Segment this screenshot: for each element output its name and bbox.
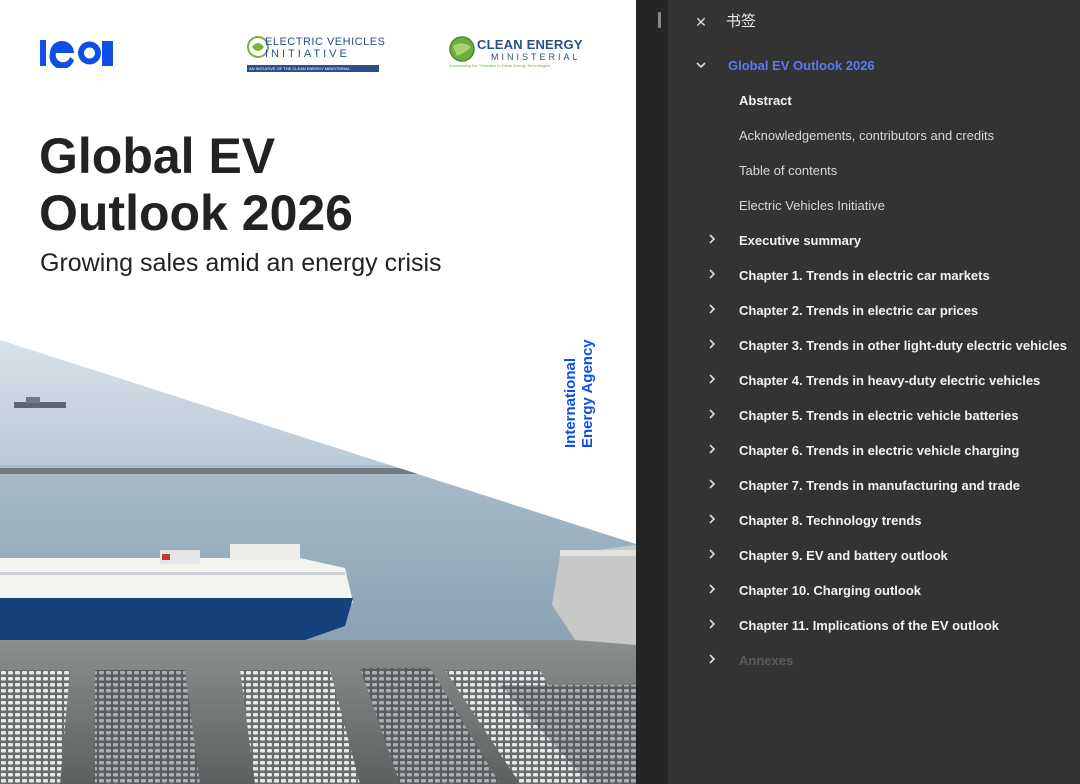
bookmark-item[interactable]: Chapter 7. Trends in manufacturing and t…: [694, 474, 1080, 498]
bookmark-item[interactable]: Chapter 11. Implications of the EV outlo…: [694, 614, 1080, 638]
document-page: ELECTRIC VEHICLES INITIATIVE AN INITIATI…: [0, 0, 636, 784]
chevron-right-icon[interactable]: [705, 402, 719, 426]
bookmark-item[interactable]: Abstract: [694, 89, 1080, 113]
document-title: Global EV Outlook 2026: [39, 128, 353, 242]
bookmark-item-label[interactable]: Executive summary: [739, 229, 861, 253]
chevron-right-icon[interactable]: [705, 507, 719, 531]
document-title-line1: Global EV: [39, 128, 276, 184]
chevron-right-icon[interactable]: [705, 647, 719, 671]
document-subtitle: Growing sales amid an energy crisis: [40, 249, 442, 277]
bookmark-item[interactable]: Chapter 8. Technology trends: [694, 509, 1080, 533]
bookmark-item-label[interactable]: Annexes: [739, 649, 793, 673]
bookmark-item-label[interactable]: Abstract: [739, 89, 792, 113]
bookmark-root-label[interactable]: Global EV Outlook 2026: [728, 54, 875, 78]
panel-title: 书签: [726, 13, 757, 30]
bookmark-item[interactable]: Chapter 10. Charging outlook: [694, 579, 1080, 603]
chevron-right-icon[interactable]: [705, 577, 719, 601]
bookmark-item-label[interactable]: Chapter 7. Trends in manufacturing and t…: [739, 474, 1020, 498]
bookmark-item-label[interactable]: Chapter 6. Trends in electric vehicle ch…: [739, 439, 1019, 463]
document-title-line2: Outlook 2026: [39, 185, 353, 241]
bookmark-item[interactable]: Executive summary: [694, 229, 1080, 253]
scroll-grip[interactable]: [658, 12, 661, 28]
cem-logo-line2: MINISTERIAL: [491, 52, 581, 62]
evi-logo: ELECTRIC VEHICLES INITIATIVE AN INITIATI…: [247, 36, 385, 72]
cover-photo: [0, 340, 636, 784]
globe-icon: [449, 36, 475, 62]
bookmark-item-label[interactable]: Chapter 1. Trends in electric car market…: [739, 264, 990, 288]
bookmark-item[interactable]: Chapter 9. EV and battery outlook: [694, 544, 1080, 568]
bookmark-item-label[interactable]: Electric Vehicles Initiative: [739, 194, 885, 218]
bookmark-item[interactable]: Electric Vehicles Initiative: [694, 194, 1080, 218]
viewer-divider[interactable]: [636, 0, 675, 784]
close-icon[interactable]: ✕: [694, 12, 708, 32]
evi-logo-strip: AN INITIATIVE OF THE CLEAN ENERGY MINIST…: [247, 65, 379, 72]
bookmark-item-label[interactable]: Chapter 4. Trends in heavy-duty electric…: [739, 369, 1040, 393]
bookmark-item-label[interactable]: Chapter 3. Trends in other light-duty el…: [739, 334, 1067, 358]
cem-logo: CLEAN ENERGY MINISTERIAL Accelerating th…: [449, 36, 583, 70]
bookmark-item-label[interactable]: Acknowledgements, contributors and credi…: [739, 124, 994, 148]
bookmark-item[interactable]: Chapter 6. Trends in electric vehicle ch…: [694, 439, 1080, 463]
evi-logo-line1: ELECTRIC VEHICLES: [265, 36, 386, 48]
chevron-right-icon[interactable]: [705, 437, 719, 461]
chevron-right-icon[interactable]: [705, 542, 719, 566]
iea-logo: [40, 40, 113, 68]
chevron-right-icon[interactable]: [705, 262, 719, 286]
bookmark-item-label[interactable]: Chapter 9. EV and battery outlook: [739, 544, 948, 568]
chevron-down-icon[interactable]: [694, 54, 708, 78]
cem-logo-line1: CLEAN ENERGY: [477, 37, 583, 52]
bookmark-item-label[interactable]: Chapter 5. Trends in electric vehicle ba…: [739, 404, 1019, 428]
bookmark-item[interactable]: Acknowledgements, contributors and credi…: [694, 124, 1080, 148]
bookmark-item-label[interactable]: Chapter 8. Technology trends: [739, 509, 922, 533]
bookmark-item-label[interactable]: Chapter 2. Trends in electric car prices: [739, 299, 978, 323]
chevron-right-icon[interactable]: [705, 227, 719, 251]
bookmark-item[interactable]: Chapter 5. Trends in electric vehicle ba…: [694, 404, 1080, 428]
bookmark-item-label[interactable]: Chapter 11. Implications of the EV outlo…: [739, 614, 999, 638]
bookmark-item-label[interactable]: Table of contents: [739, 159, 837, 183]
chevron-right-icon[interactable]: [705, 612, 719, 636]
bookmark-item[interactable]: Chapter 4. Trends in heavy-duty electric…: [694, 369, 1080, 393]
bookmark-item-label[interactable]: Chapter 10. Charging outlook: [739, 579, 921, 603]
bookmark-item[interactable]: Chapter 1. Trends in electric car market…: [694, 264, 1080, 288]
bookmark-root[interactable]: Global EV Outlook 2026: [694, 54, 994, 78]
bookmark-item[interactable]: Annexes: [694, 649, 1080, 673]
cem-logo-tagline: Accelerating the Transition to Clean Ene…: [449, 63, 551, 68]
chevron-right-icon[interactable]: [705, 367, 719, 391]
evi-logo-line2: INITIATIVE: [265, 48, 350, 60]
chevron-right-icon[interactable]: [705, 297, 719, 321]
bookmark-item[interactable]: Table of contents: [694, 159, 1080, 183]
bookmark-item[interactable]: Chapter 2. Trends in electric car prices: [694, 299, 1080, 323]
chevron-right-icon[interactable]: [705, 472, 719, 496]
chevron-right-icon[interactable]: [705, 332, 719, 356]
bookmark-item[interactable]: Chapter 3. Trends in other light-duty el…: [694, 334, 1080, 358]
